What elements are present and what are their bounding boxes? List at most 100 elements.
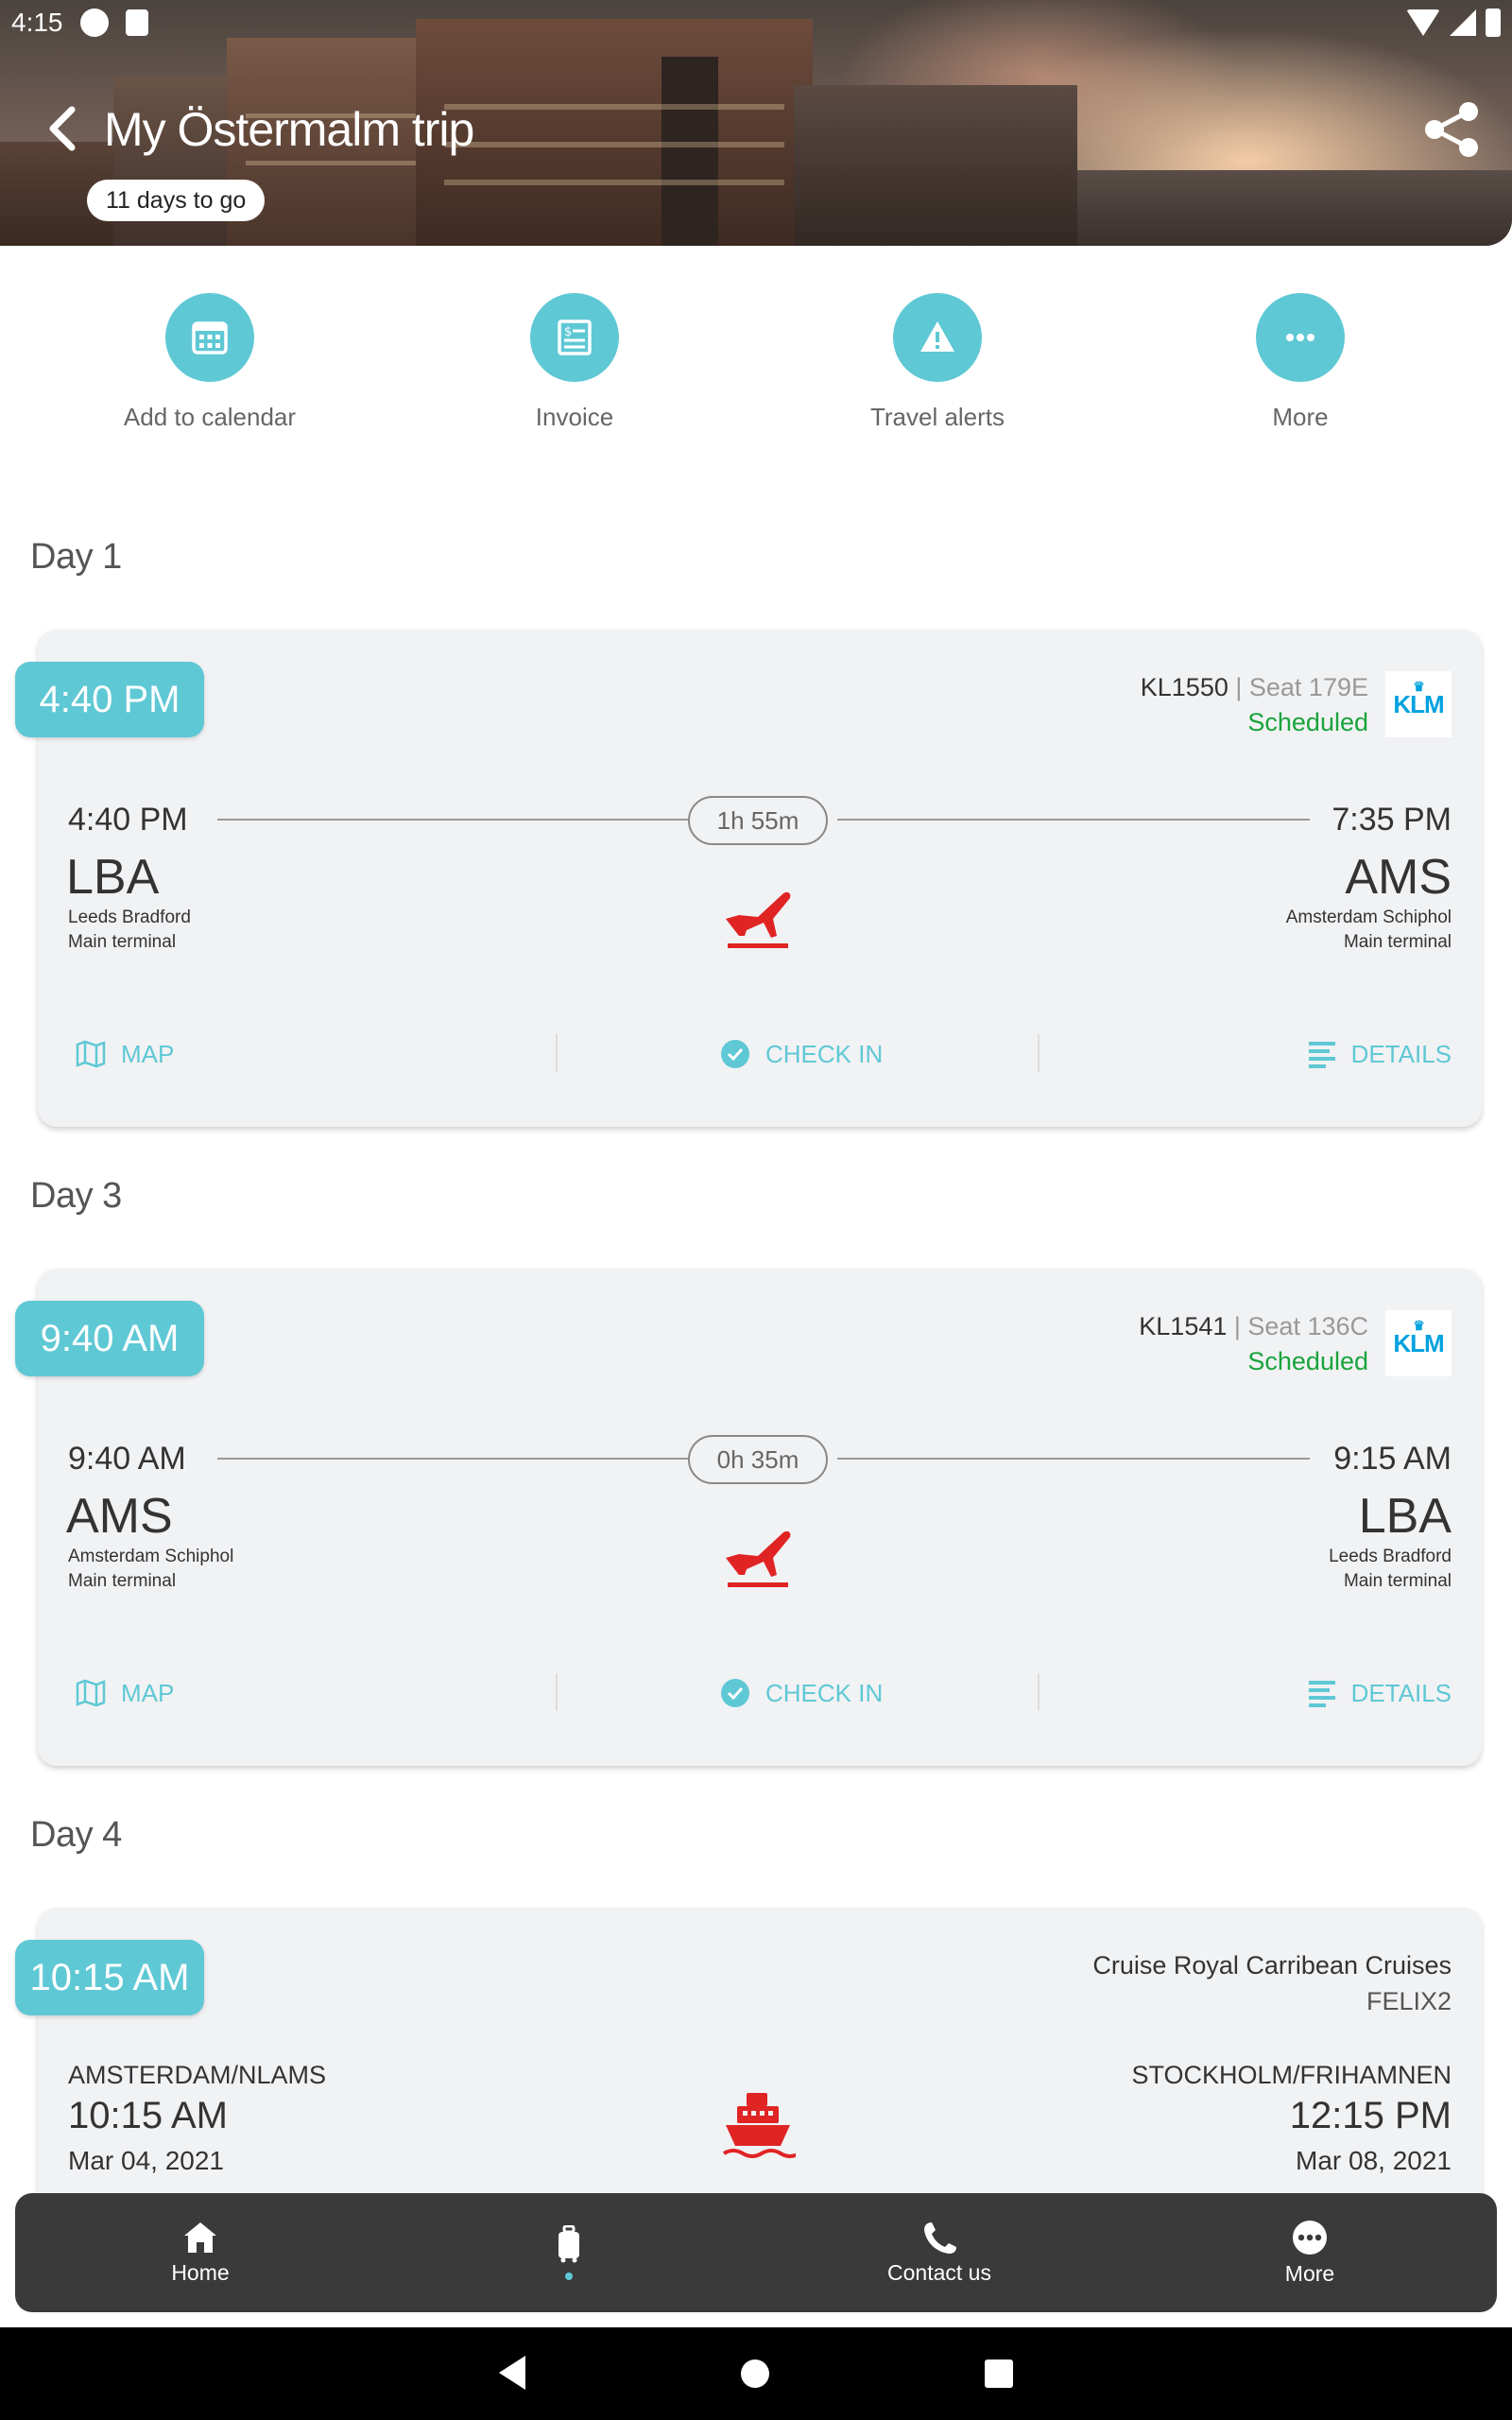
wifi-icon [1406, 9, 1440, 36]
time-pill: 4:40 PM [15, 662, 204, 737]
divider [556, 1034, 558, 1072]
nav-label: Contact us [887, 2259, 991, 2285]
departure-airport-code: AMS [66, 1489, 173, 1544]
back-button[interactable] [40, 100, 87, 157]
departure-airport-code: LBA [66, 850, 160, 905]
seat-number: | Seat 136C [1233, 1312, 1368, 1340]
share-button[interactable] [1421, 98, 1484, 161]
flight-info: KL1541 | Seat 136C Scheduled [1139, 1312, 1368, 1376]
map-button[interactable]: MAP [76, 1030, 174, 1078]
arrival-date: Mar 08, 2021 [1296, 2146, 1452, 2175]
departure-time: 9:40 AM [68, 1441, 186, 1477]
flight-number: KL1541 [1139, 1312, 1228, 1340]
arrival-airport-code: LBA [1358, 1489, 1452, 1544]
action-label: Add to calendar [123, 403, 297, 431]
invoice-icon: $ [558, 320, 592, 355]
nav-contact-us[interactable]: Contact us [826, 2193, 1053, 2312]
departure-airport-name: Leeds Bradford [68, 908, 191, 927]
app-notification-icon [79, 9, 109, 37]
map-label: MAP [121, 1678, 175, 1707]
map-icon [76, 1679, 106, 1707]
flight-number: KL1550 [1140, 673, 1228, 701]
more-dots-icon [1293, 2220, 1327, 2255]
luggage-icon [558, 2225, 579, 2263]
arrival-terminal: Main terminal [1343, 1571, 1452, 1591]
day-heading: Day 3 [30, 1176, 122, 1216]
cruise-title: Cruise Royal Carribean Cruises [1092, 1951, 1452, 1979]
system-back-icon[interactable] [499, 2356, 525, 2390]
departure-terminal: Main terminal [68, 932, 177, 952]
nav-trips[interactable] [455, 2193, 682, 2312]
route-line [837, 819, 1310, 821]
system-home-icon[interactable] [741, 2360, 769, 2388]
warning-icon [920, 321, 954, 352]
action-label: Invoice [535, 403, 614, 431]
check-in-button[interactable]: CHECK IN [720, 1669, 883, 1717]
day-heading: Day 1 [30, 537, 122, 577]
phone-icon [924, 2221, 956, 2254]
sd-card-icon [125, 9, 148, 36]
seat-number: | Seat 179E [1235, 673, 1368, 701]
flight-card[interactable]: KL1541 | Seat 136C Scheduled ♛ KLM 9:40 A… [38, 1269, 1482, 1766]
flight-status: Scheduled [1247, 1347, 1368, 1375]
airline-logo: ♛ KLM [1385, 1310, 1452, 1376]
ship-icon [722, 2093, 796, 2158]
countdown-badge: 11 days to go [87, 180, 266, 221]
details-list-icon [1308, 1681, 1335, 1707]
details-button[interactable]: DETAILS [1308, 1669, 1452, 1717]
departure-terminal: Main terminal [68, 1571, 177, 1591]
divider [1038, 1673, 1040, 1711]
cruise-ship: FELIX2 [1366, 1987, 1452, 2015]
bottom-navigation: Home Contact us More [15, 2193, 1497, 2312]
check-in-label: CHECK IN [765, 1039, 884, 1068]
arrival-time: 7:35 PM [1332, 802, 1452, 838]
nav-label: More [1284, 2260, 1335, 2286]
more-dots-icon [1286, 334, 1314, 341]
map-label: MAP [121, 1039, 175, 1068]
share-icon [1425, 102, 1478, 157]
cell-signal-icon [1450, 9, 1476, 36]
invoice-button[interactable]: $ Invoice [433, 293, 716, 432]
arrival-airport-name: Leeds Bradford [1329, 1547, 1452, 1566]
departure-time: 4:40 PM [68, 802, 188, 838]
trip-title: My Östermalm trip [104, 103, 474, 156]
home-icon [184, 2221, 216, 2253]
details-button[interactable]: DETAILS [1308, 1030, 1452, 1078]
check-circle-icon [721, 1679, 749, 1707]
check-in-button[interactable]: CHECK IN [720, 1030, 883, 1078]
chevron-left-icon [49, 106, 76, 151]
active-indicator [565, 2273, 573, 2280]
departure-time: 10:15 AM [68, 2095, 229, 2136]
route-line [837, 1458, 1310, 1460]
departure-airport-name: Amsterdam Schiphol [68, 1547, 234, 1566]
battery-icon [1486, 9, 1501, 37]
check-circle-icon [721, 1040, 749, 1068]
travel-alerts-button[interactable]: Travel alerts [796, 293, 1079, 432]
card-actions: MAP CHECK IN DETAILS [76, 1030, 1452, 1078]
status-bar: 4:15 [0, 0, 1512, 45]
system-recents-icon[interactable] [985, 2360, 1013, 2388]
more-actions-button[interactable]: More [1159, 293, 1442, 432]
arrival-airport-code: AMS [1345, 850, 1452, 905]
arrival-port: STOCKHOLM/FRIHAMNEN [1131, 2061, 1452, 2089]
departure-date: Mar 04, 2021 [68, 2146, 224, 2175]
system-navigation-bar [0, 2327, 1512, 2420]
add-to-calendar-button[interactable]: Add to calendar [68, 293, 352, 432]
nav-home[interactable]: Home [87, 2193, 314, 2312]
card-actions: MAP CHECK IN DETAILS [76, 1669, 1452, 1717]
flight-info: KL1550 | Seat 179E Scheduled [1141, 673, 1368, 737]
plane-takeoff-icon [726, 1530, 791, 1587]
map-button[interactable]: MAP [76, 1669, 174, 1717]
arrival-time: 12:15 PM [1289, 2095, 1452, 2136]
arrival-airport-name: Amsterdam Schiphol [1285, 908, 1452, 927]
time-pill: 9:40 AM [15, 1301, 204, 1376]
status-time: 4:15 [11, 8, 63, 37]
check-in-label: CHECK IN [765, 1678, 884, 1707]
nav-more[interactable]: More [1196, 2193, 1423, 2312]
flight-card[interactable]: KL1550 | Seat 179E Scheduled ♛ KLM 4:40 P… [38, 630, 1482, 1127]
quick-actions: Add to calendar $ Invoice Travel alerts [0, 293, 1512, 444]
nav-label: Home [171, 2259, 230, 2285]
action-label: Travel alerts [869, 403, 1005, 431]
svg-text:$: $ [564, 325, 572, 339]
details-label: DETAILS [1350, 1678, 1452, 1707]
